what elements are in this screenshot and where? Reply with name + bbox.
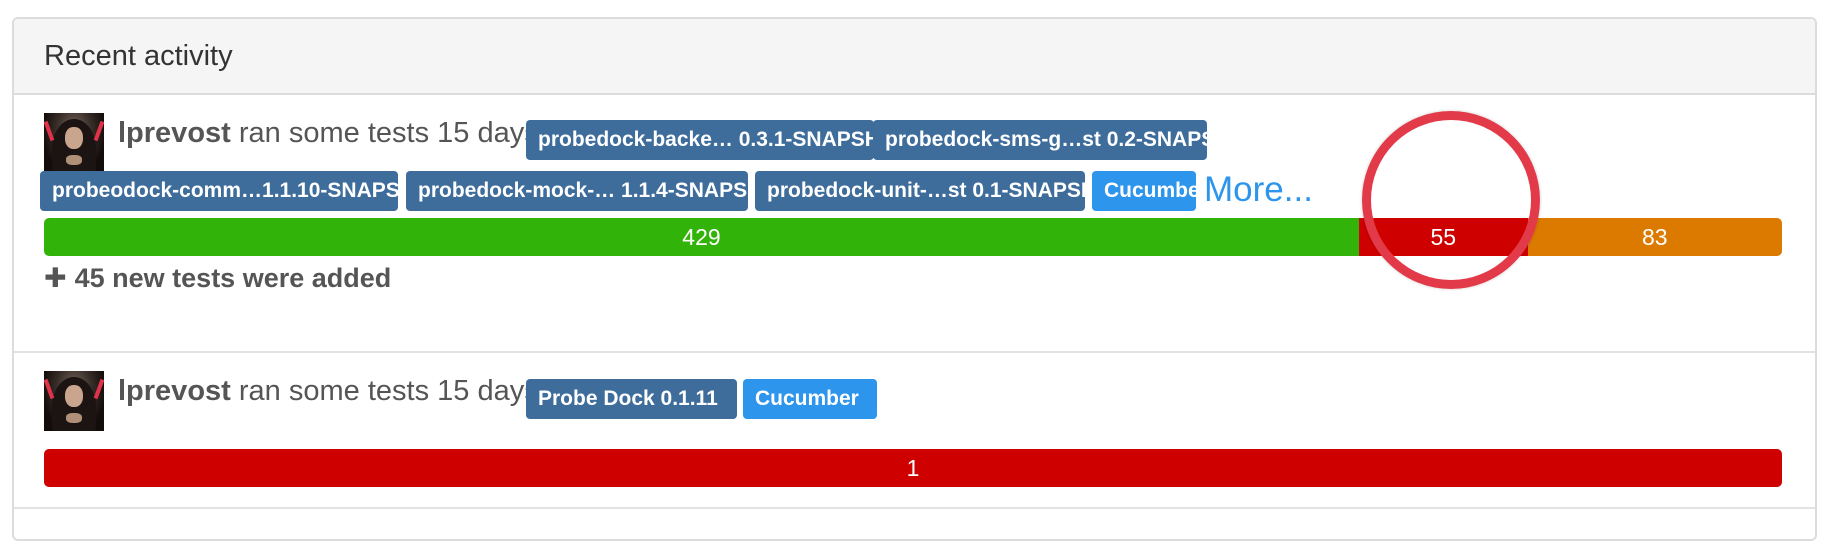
activity-item: lprevost ran some tests 15 days ago prob… <box>14 95 1815 353</box>
activity-item: lprevost ran some tests 15 days ago Prob… <box>14 353 1815 509</box>
plus-icon: ✚ <box>44 263 67 293</box>
project-version-tag[interactable]: probedock-backe… 0.3.1-SNAPSHOT <box>526 120 874 160</box>
activity-summary: lprevost ran some tests 15 days ago <box>118 117 595 150</box>
project-version-tag[interactable]: probedock-unit-…st 0.1-SNAPSHOT <box>755 171 1085 211</box>
new-tests-note: ✚ 45 new tests were added <box>44 263 391 294</box>
project-version-tag[interactable]: probedock-sms-g…st 0.2-SNAPSHOT <box>873 120 1207 160</box>
new-tests-text: 45 new tests were added <box>74 263 392 293</box>
more-projects-link[interactable]: More... <box>1204 170 1313 210</box>
project-version-tag[interactable]: probedock-mock-… 1.1.4-SNAPSHOT <box>406 171 748 211</box>
username-link[interactable]: lprevost <box>118 117 231 149</box>
category-tag[interactable]: Cucumber <box>743 379 877 419</box>
user-avatar[interactable] <box>44 113 104 173</box>
user-avatar[interactable] <box>44 371 104 431</box>
panel-heading: Recent activity <box>14 19 1815 95</box>
activity-summary: lprevost ran some tests 15 days ago <box>118 375 595 408</box>
recent-activity-panel: Recent activity lprevost ran some tests … <box>12 17 1817 541</box>
inactive-segment[interactable]: 83 <box>1527 218 1782 256</box>
failed-segment[interactable]: 55 <box>1358 218 1528 256</box>
project-version-tag[interactable]: probeodock-comm…1.1.10-SNAPSHOT <box>40 171 398 211</box>
username-link[interactable]: lprevost <box>118 375 231 407</box>
test-results-bar: 1 <box>44 449 1782 487</box>
passed-segment[interactable]: 429 <box>44 218 1359 256</box>
panel-title: Recent activity <box>44 39 233 72</box>
test-results-bar: 429 55 83 <box>44 218 1782 256</box>
category-tag[interactable]: Cucumber <box>1092 171 1196 211</box>
project-version-tag[interactable]: Probe Dock 0.1.11 <box>526 379 737 419</box>
failed-segment[interactable]: 1 <box>44 449 1782 487</box>
